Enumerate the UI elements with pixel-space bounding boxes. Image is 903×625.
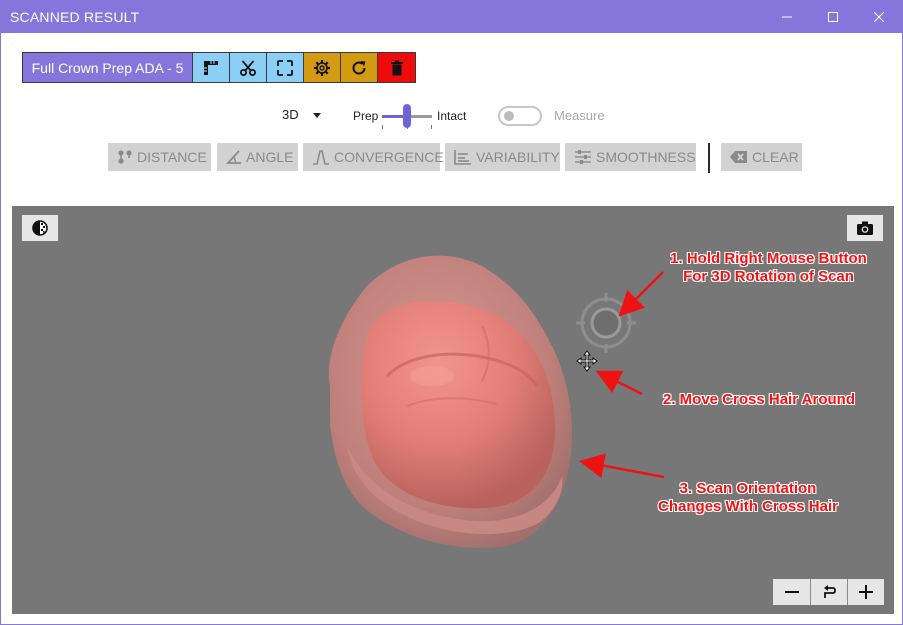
prep-intact-slider[interactable]: Prep Intact — [353, 103, 483, 129]
view-mode-value: 3D — [282, 107, 299, 122]
slider-prep-label: Prep — [353, 109, 379, 123]
variability-button[interactable]: VARIABILITY — [445, 143, 560, 171]
delete-button[interactable] — [378, 53, 415, 82]
scissors-button[interactable] — [230, 53, 267, 82]
angle-icon — [226, 150, 241, 164]
reset-view-button[interactable] — [810, 579, 847, 605]
ruler-icon — [204, 60, 218, 75]
variability-icon — [454, 150, 471, 165]
backspace-clear-icon — [730, 151, 747, 163]
scan-toolbar: Full Crown Prep ADA - 5 — [22, 52, 416, 83]
chevron-down-icon — [312, 112, 321, 118]
move-cursor-icon — [576, 350, 598, 372]
fit-frame-icon — [277, 59, 293, 76]
measure-tools: DISTANCE ANGLE CONVERGENCE VARIABILITY S… — [1, 143, 903, 173]
close-button[interactable] — [856, 1, 902, 33]
scanned-result-window: SCANNED RESULT Full Crown Prep ADA - 5 3… — [0, 0, 903, 625]
scan-3d-viewport[interactable]: 1. Hold Right Mouse Button For 3D Rotati… — [12, 206, 894, 614]
smoothness-label: SMOOTHNESS — [596, 149, 696, 165]
plus-icon — [859, 585, 873, 599]
zoom-controls — [773, 579, 884, 605]
refresh-icon — [352, 60, 366, 75]
distance-icon — [118, 150, 132, 164]
reset-rotate-icon — [824, 585, 836, 598]
variability-label: VARIABILITY — [476, 149, 560, 165]
annotation-step-3: 3. Scan Orientation Changes With Cross H… — [658, 480, 838, 515]
slider-thumb[interactable] — [403, 104, 411, 128]
slider-intact-label: Intact — [437, 109, 467, 123]
measure-toggle[interactable] — [498, 106, 542, 126]
toolbar-divider — [708, 143, 710, 173]
minimize-button[interactable] — [764, 1, 810, 33]
maximize-button[interactable] — [810, 1, 856, 33]
zoom-in-button[interactable] — [847, 579, 884, 605]
annotation-step-1: 1. Hold Right Mouse Button For 3D Rotati… — [670, 250, 867, 285]
clear-label: CLEAR — [752, 149, 799, 165]
minimize-icon — [782, 16, 792, 18]
convergence-button[interactable]: CONVERGENCE — [303, 143, 444, 171]
smoothness-button[interactable]: SMOOTHNESS — [565, 143, 696, 171]
angle-label: ANGLE — [246, 149, 294, 165]
slider-tick — [431, 125, 432, 129]
measure-label: Measure — [554, 108, 605, 123]
convergence-label: CONVERGENCE — [334, 149, 444, 165]
distance-label: DISTANCE — [137, 149, 207, 165]
clear-button[interactable]: CLEAR — [721, 143, 802, 171]
refresh-button[interactable] — [341, 53, 378, 82]
scissors-icon — [240, 59, 256, 76]
close-icon — [874, 12, 884, 22]
trash-icon — [390, 60, 403, 75]
convergence-icon — [313, 150, 329, 165]
toggle-knob — [504, 111, 514, 121]
smoothness-icon — [575, 150, 591, 164]
minus-icon — [784, 591, 799, 593]
window-title: SCANNED RESULT — [10, 9, 140, 25]
maximize-icon — [828, 12, 838, 22]
fit-frame-button[interactable] — [267, 53, 304, 82]
settings-button[interactable] — [304, 53, 341, 82]
annotation-step-2: 2. Move Cross Hair Around — [663, 391, 855, 408]
view-controls: 3D Prep Intact Measure — [1, 101, 903, 131]
angle-button[interactable]: ANGLE — [217, 143, 298, 171]
title-bar[interactable]: SCANNED RESULT — [1, 1, 902, 33]
case-name-button[interactable]: Full Crown Prep ADA - 5 — [23, 53, 193, 82]
slider-tick — [382, 125, 383, 129]
ruler-button[interactable] — [193, 53, 230, 82]
view-mode-dropdown[interactable]: 3D — [282, 107, 321, 122]
zoom-out-button[interactable] — [773, 579, 810, 605]
distance-button[interactable]: DISTANCE — [108, 143, 211, 171]
gear-icon — [314, 59, 330, 76]
crosshair-target-icon[interactable] — [575, 292, 637, 354]
